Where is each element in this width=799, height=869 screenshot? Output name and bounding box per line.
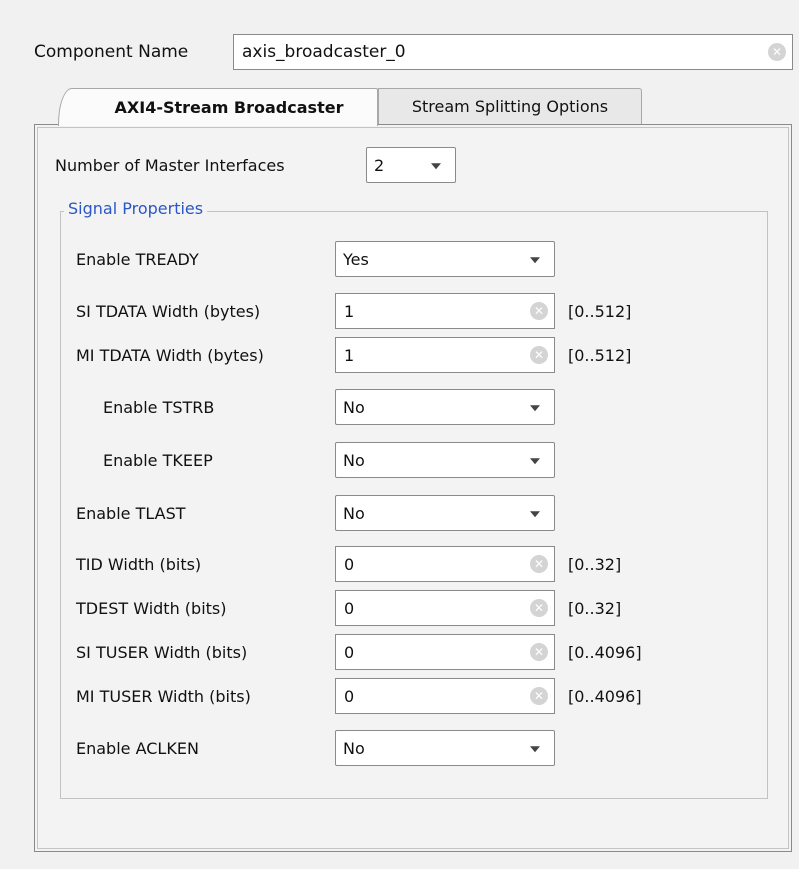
si-tdata-width-range: [0..512] <box>568 301 632 321</box>
enable-tlast-select[interactable]: No <box>335 495 555 531</box>
clear-icon[interactable]: ✕ <box>530 555 548 573</box>
clear-icon[interactable]: ✕ <box>768 43 786 61</box>
enable-tkeep-value: No <box>343 450 365 470</box>
tdest-width-label: TDEST Width (bits) <box>76 598 227 618</box>
clear-icon[interactable]: ✕ <box>530 346 548 364</box>
master-interfaces-select[interactable]: 2 <box>366 147 456 183</box>
si-tuser-width-value: 0 <box>344 642 355 662</box>
tdest-width-input[interactable]: 0 ✕ <box>335 590 555 626</box>
mi-tdata-width-value: 1 <box>344 345 355 365</box>
chevron-down-icon <box>530 257 540 264</box>
tid-width-label: TID Width (bits) <box>76 554 202 574</box>
tdest-width-value: 0 <box>344 598 355 618</box>
mi-tuser-width-label: MI TUSER Width (bits) <box>76 686 251 706</box>
clear-icon[interactable]: ✕ <box>530 643 548 661</box>
tdest-width-range: [0..32] <box>568 598 622 618</box>
master-interfaces-row: Number of Master Interfaces <box>55 147 285 183</box>
enable-tready-select[interactable]: Yes <box>335 241 555 277</box>
enable-tlast-value: No <box>343 503 365 523</box>
si-tuser-width-range: [0..4096] <box>568 642 642 662</box>
tid-width-input[interactable]: 0 ✕ <box>335 546 555 582</box>
tid-width-value: 0 <box>344 554 355 574</box>
clear-icon[interactable]: ✕ <box>530 687 548 705</box>
enable-tkeep-select[interactable]: No <box>335 442 555 478</box>
mi-tdata-width-input[interactable]: 1 ✕ <box>335 337 555 373</box>
mi-tdata-width-label: MI TDATA Width (bytes) <box>76 345 264 365</box>
si-tdata-width-label: SI TDATA Width (bytes) <box>76 301 261 321</box>
mi-tdata-width-range: [0..512] <box>568 345 632 365</box>
mi-tuser-width-value: 0 <box>344 686 355 706</box>
chevron-down-icon <box>530 405 540 412</box>
tab-label: Stream Splitting Options <box>411 97 609 116</box>
si-tuser-width-label: SI TUSER Width (bits) <box>76 642 248 662</box>
enable-tstrb-value: No <box>343 397 365 417</box>
si-tuser-width-input[interactable]: 0 ✕ <box>335 634 555 670</box>
enable-aclken-select[interactable]: No <box>335 730 555 766</box>
tid-width-range: [0..32] <box>568 554 622 574</box>
enable-tlast-label: Enable TLAST <box>76 503 186 523</box>
enable-aclken-value: No <box>343 738 365 758</box>
chevron-down-icon <box>530 511 540 518</box>
si-tdata-width-input[interactable]: 1 ✕ <box>335 293 555 329</box>
ip-customization-panel: Component Name axis_broadcaster_0 ✕ AXI4… <box>0 0 799 869</box>
clear-icon[interactable]: ✕ <box>530 599 548 617</box>
enable-tstrb-label: Enable TSTRB <box>103 397 215 417</box>
component-name-input[interactable]: axis_broadcaster_0 ✕ <box>233 34 793 70</box>
tab-stream-splitting-options[interactable]: Stream Splitting Options <box>378 88 642 124</box>
component-name-value: axis_broadcaster_0 <box>242 42 406 62</box>
tab-axi4-stream-broadcaster[interactable]: AXI4-Stream Broadcaster <box>58 88 378 126</box>
enable-tkeep-label: Enable TKEEP <box>103 450 213 470</box>
master-interfaces-value: 2 <box>374 155 385 175</box>
mi-tuser-width-range: [0..4096] <box>568 686 642 706</box>
tab-label: AXI4-Stream Broadcaster <box>114 98 344 117</box>
si-tdata-width-value: 1 <box>344 301 355 321</box>
clear-icon[interactable]: ✕ <box>530 302 548 320</box>
mi-tuser-width-input[interactable]: 0 ✕ <box>335 678 555 714</box>
signal-properties-title: Signal Properties <box>64 199 208 218</box>
enable-aclken-label: Enable ACLKEN <box>76 738 199 758</box>
component-name-row: Component Name <box>34 34 200 70</box>
master-interfaces-label: Number of Master Interfaces <box>55 155 285 175</box>
component-name-label: Component Name <box>34 42 189 62</box>
chevron-down-icon <box>530 746 540 753</box>
chevron-down-icon <box>530 458 540 465</box>
enable-tready-label: Enable TREADY <box>76 249 199 269</box>
enable-tstrb-select[interactable]: No <box>335 389 555 425</box>
enable-tready-value: Yes <box>343 249 369 269</box>
chevron-down-icon <box>431 163 441 170</box>
